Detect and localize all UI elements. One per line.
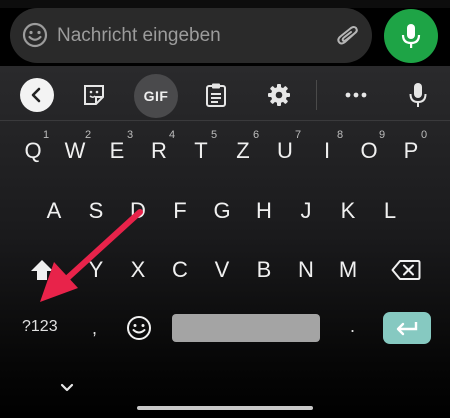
toolbar-separator xyxy=(316,80,317,110)
toolbar-divider xyxy=(0,120,450,121)
key-i-hint: 8 xyxy=(337,129,344,141)
key-t-hint: 5 xyxy=(211,129,218,141)
keyboard-panel xyxy=(0,66,450,418)
collapse-keyboard-chevron-icon[interactable] xyxy=(56,378,78,398)
more-dots-icon[interactable] xyxy=(342,81,370,109)
key-q-hint: 1 xyxy=(43,129,50,141)
voice-message-button[interactable] xyxy=(384,9,438,63)
gif-label: GIF xyxy=(143,88,169,104)
enter-return-icon xyxy=(396,322,418,336)
home-indicator[interactable] xyxy=(137,406,313,410)
backspace-icon xyxy=(391,260,421,280)
period-key[interactable]: . xyxy=(350,316,355,337)
back-icon[interactable] xyxy=(20,78,54,112)
message-placeholder[interactable]: Nachricht eingeben xyxy=(57,25,221,47)
key-e-hint: 3 xyxy=(127,129,134,141)
key-j[interactable]: J xyxy=(286,191,326,231)
key-n[interactable]: N xyxy=(286,250,326,290)
status-strip xyxy=(0,0,450,8)
clipboard-icon[interactable] xyxy=(202,81,230,109)
attachment-paperclip-icon[interactable] xyxy=(336,25,362,47)
settings-gear-icon[interactable] xyxy=(265,81,293,109)
key-c[interactable]: C xyxy=(160,250,200,290)
key-f[interactable]: F xyxy=(160,191,200,231)
key-v[interactable]: V xyxy=(202,250,242,290)
key-z-hint: 6 xyxy=(253,129,260,141)
shift-key[interactable] xyxy=(22,250,62,290)
smiley-icon xyxy=(127,316,151,340)
key-x[interactable]: X xyxy=(118,250,158,290)
symbols-key[interactable]: ?123 xyxy=(22,318,58,336)
key-l[interactable]: L xyxy=(370,191,410,231)
voice-mic-icon[interactable] xyxy=(404,80,432,110)
enter-key[interactable] xyxy=(383,312,431,344)
backspace-key[interactable] xyxy=(386,250,426,290)
key-b[interactable]: B xyxy=(244,250,284,290)
key-k[interactable]: K xyxy=(328,191,368,231)
emoji-key[interactable] xyxy=(119,308,159,348)
key-r-hint: 4 xyxy=(169,129,176,141)
comma-key[interactable]: , xyxy=(92,318,97,339)
shift-arrow-icon xyxy=(31,260,53,280)
key-w-hint: 2 xyxy=(85,129,92,141)
key-d[interactable]: D xyxy=(118,191,158,231)
key-a[interactable]: A xyxy=(34,191,74,231)
key-m[interactable]: M xyxy=(328,250,368,290)
microphone-icon xyxy=(401,24,421,48)
key-g[interactable]: G xyxy=(202,191,242,231)
gif-button[interactable]: GIF xyxy=(134,74,178,118)
key-u-hint: 7 xyxy=(295,129,302,141)
message-input-bar[interactable]: Nachricht eingeben xyxy=(10,8,372,63)
emoji-icon[interactable] xyxy=(22,22,48,48)
key-y[interactable]: Y xyxy=(76,250,116,290)
key-s[interactable]: S xyxy=(76,191,116,231)
key-o-hint: 9 xyxy=(379,129,386,141)
key-p-hint: 0 xyxy=(421,129,428,141)
spacebar[interactable] xyxy=(172,314,320,342)
key-h[interactable]: H xyxy=(244,191,284,231)
sticker-icon[interactable] xyxy=(80,81,108,109)
